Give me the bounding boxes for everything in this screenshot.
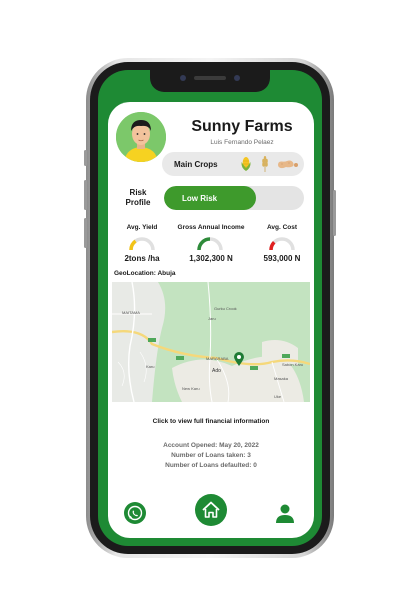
map-label-maitama: MAITAMA [122,310,140,315]
avg-cost-gauge [269,237,295,251]
account-opened-text: Account Opened: May 20, 2022 [163,442,259,449]
wheat-icon [262,156,268,172]
map-label-gurku-crook: Gurku Crook [214,306,237,311]
avg-yield-value: 2tons /ha [124,254,160,263]
loans-defaulted-text: Number of Loans defaulted: 0 [165,462,257,469]
risk-profile-label: Risk Profile [125,188,151,207]
gross-income-gauge [197,237,223,251]
farm-profile-card: Sunny Farms Luis Fernando Pelaez Main Cr… [108,102,314,538]
risk-profile-bar[interactable]: Low Risk [164,186,304,210]
user-icon [276,504,294,523]
map-label-masaka: Masaka [274,376,289,381]
view-financial-info-link[interactable]: Click to view full financial information [108,418,314,425]
power-button [333,190,336,236]
map-label-mararaba: MARARABA [206,356,229,361]
main-crops-label: Main Crops [174,160,218,169]
map-label-new-karu: New Karu [182,386,200,391]
avg-yield-title: Avg. Yield [126,224,158,231]
home-button[interactable] [195,494,227,526]
face-sensor [234,75,240,81]
whatsapp-button[interactable] [124,502,146,524]
earpiece-speaker [194,76,226,80]
map-label-karu: Karu [146,364,155,369]
gross-annual-income-value: 1,302,300 N [189,254,233,263]
main-crops-pill[interactable]: Main Crops [162,152,304,176]
map-label-uke: Uke [274,394,282,399]
farm-name: Sunny Farms [191,118,293,135]
gauge-level-arc [269,240,276,251]
gross-annual-income-title: Gross Annual Income [177,224,245,231]
gauge-level-arc [197,237,211,251]
phone-notch [150,70,270,92]
peanut-icon [278,160,298,169]
map-canvas [112,282,310,402]
corn-icon [241,157,251,171]
front-camera [180,75,186,81]
profile-button[interactable] [274,502,296,524]
home-icon [202,501,220,518]
map-label-jaru: Jaru [208,316,216,321]
map-pin-icon[interactable] [234,352,244,366]
avg-yield-gauge [129,237,155,251]
farmer-avatar-icon [116,112,166,162]
loans-taken-text: Number of Loans taken: 3 [171,452,251,459]
avg-cost-title: Avg. Cost [266,224,298,231]
gauge-level-arc [129,239,137,251]
avg-cost-value: 593,000 N [263,254,301,263]
owner-name: Luis Fernando Pelaez [210,139,274,146]
location-map[interactable]: MAITAMA Ado Karu New Karu MARARABA Gurku… [112,282,310,402]
mute-switch [84,150,87,166]
geolocation-label: GeoLocation: Abuja [114,270,176,277]
map-label-sabon-karu: Sabon Karu [282,362,304,367]
risk-level-text: Low Risk [182,194,218,203]
avatar [116,112,166,162]
map-label-ado: Ado [212,368,221,374]
whatsapp-icon [127,505,143,521]
volume-up-button [84,180,87,210]
volume-down-button [84,218,87,248]
